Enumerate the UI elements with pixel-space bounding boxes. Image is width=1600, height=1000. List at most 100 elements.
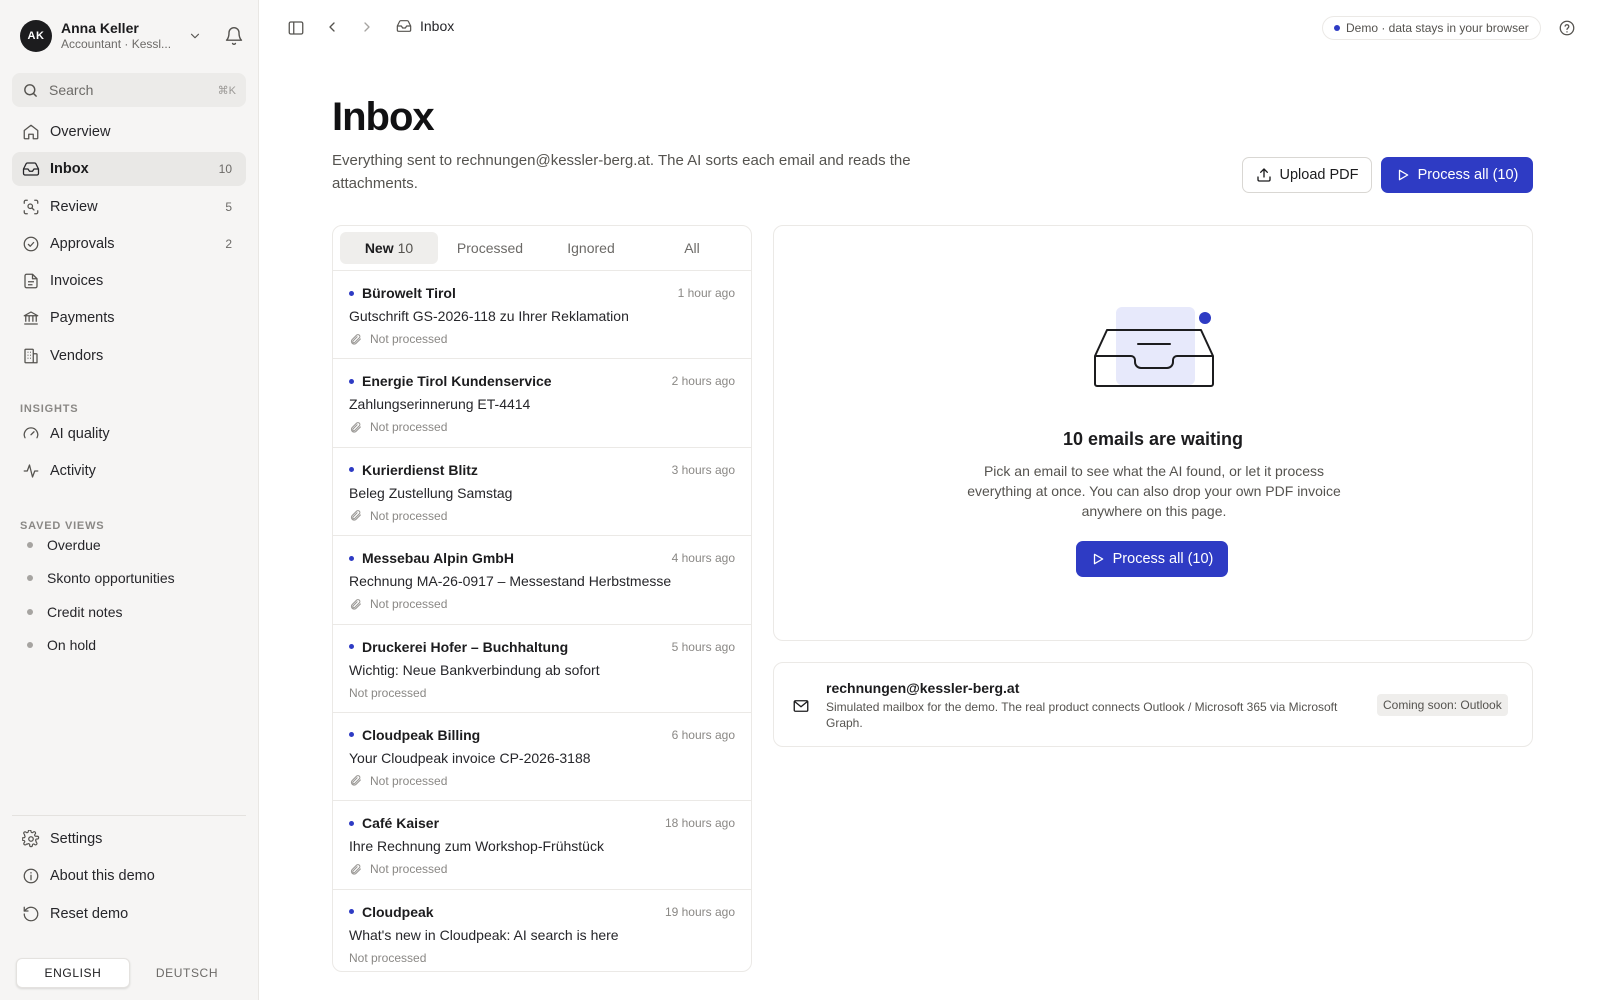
sidebar-item-invoices[interactable]: Invoices: [12, 264, 246, 298]
email-sender: Cloudpeak: [362, 903, 434, 920]
tab-label: Ignored: [567, 240, 615, 256]
sidebar-item-payments[interactable]: Payments: [12, 301, 246, 335]
saved-view-label: Overdue: [47, 536, 101, 553]
paperclip-icon: [349, 509, 370, 522]
email-subject: Your Cloudpeak invoice CP-2026-3188: [349, 749, 591, 766]
language-deutsch[interactable]: DEUTSCH: [130, 958, 244, 988]
sidebar-item-about[interactable]: About this demo: [12, 859, 246, 893]
sidebar-item-label: Vendors: [50, 347, 104, 364]
main-nav: Overview Inbox 10 Review 5 Approvals 2 I…: [12, 115, 246, 376]
email-time: 18 hours ago: [664, 816, 735, 831]
email-status: Not processed: [349, 950, 427, 965]
email-sender: Café Kaiser: [362, 815, 440, 832]
saved-view-skonto[interactable]: Skonto opportunities: [12, 562, 246, 596]
sidebar: AK Anna Keller Accountant · Kessl... Sea…: [0, 0, 259, 1000]
tab-processed[interactable]: Processed: [441, 232, 539, 264]
user-menu[interactable]: AK Anna Keller Accountant · Kessl...: [20, 20, 246, 52]
sidebar-item-reset[interactable]: Reset demo: [12, 897, 246, 931]
email-list: New 10 Processed Ignored All Bürowelt Tir…: [332, 225, 752, 972]
tab-ignored[interactable]: Ignored: [542, 232, 640, 264]
back-icon[interactable]: [324, 19, 340, 35]
paperclip-icon: [349, 774, 370, 787]
paperclip-icon: [349, 333, 370, 346]
saved-view-credit-notes[interactable]: Credit notes: [12, 595, 246, 629]
process-all-label: Process all (10): [1112, 551, 1214, 567]
email-time: 3 hours ago: [671, 462, 735, 477]
email-row[interactable]: Café Kaiser 18 hours ago Ihre Rechnung zu…: [333, 801, 751, 890]
email-subject: Rechnung MA-26-0917 – Messestand Herbstm…: [349, 573, 672, 590]
upload-pdf-button[interactable]: Upload PDF: [1242, 157, 1372, 193]
mail-icon: [791, 697, 811, 715]
help-icon[interactable]: [1558, 19, 1576, 37]
mailbox-address: rechnungen@kessler-berg.at: [826, 680, 1020, 696]
email-row[interactable]: Kurierdienst Blitz 3 hours ago Beleg Zust…: [333, 448, 751, 537]
sidebar-item-review[interactable]: Review 5: [12, 190, 246, 224]
sidebar-item-inbox[interactable]: Inbox 10: [12, 152, 246, 187]
insights-nav: AI quality Activity: [12, 417, 246, 492]
activity-icon: [22, 462, 40, 480]
unread-dot-icon: [349, 644, 354, 650]
insights-heading: INSIGHTS: [20, 403, 79, 415]
breadcrumb-current: Inbox: [420, 18, 455, 34]
email-sender: Bürowelt Tirol: [362, 285, 456, 301]
language-english[interactable]: ENGLISH: [16, 958, 130, 988]
process-all-button[interactable]: Process all (10): [1381, 157, 1533, 193]
tab-new[interactable]: New 10: [340, 232, 438, 264]
process-all-label: Process all (10): [1417, 167, 1519, 183]
status-dot-icon: [1334, 25, 1340, 31]
page-subtitle: Everything sent to rechnungen@kessler-be…: [332, 152, 911, 192]
building-icon: [22, 347, 40, 365]
sidebar-item-label: Review: [50, 198, 98, 215]
sidebar-item-label: Invoices: [50, 273, 104, 290]
email-subject: Beleg Zustellung Samstag: [349, 484, 513, 501]
tab-count: 10: [397, 240, 414, 256]
paperclip-icon: [349, 863, 370, 876]
sidebar-item-overview[interactable]: Overview: [12, 115, 246, 149]
paperclip-icon: [349, 421, 370, 434]
sidebar-item-vendors[interactable]: Vendors: [12, 339, 246, 373]
mailbox-note: Simulated mailbox for the demo. The real…: [826, 700, 1338, 730]
sidebar-item-label: Activity: [50, 463, 96, 480]
sidebar-item-ai-quality[interactable]: AI quality: [12, 417, 246, 451]
email-row[interactable]: Bürowelt Tirol 1 hour ago Gutschrift GS-2…: [333, 271, 751, 360]
email-row[interactable]: Energie Tirol Kundenservice 2 hours ago Z…: [333, 359, 751, 448]
process-all-button-secondary[interactable]: Process all (10): [1076, 541, 1228, 577]
email-status: Not processed: [349, 685, 427, 700]
saved-view-on-hold[interactable]: On hold: [12, 629, 246, 663]
sidebar-item-label: Settings: [50, 831, 103, 847]
search-input[interactable]: Search ⌘K: [12, 73, 246, 107]
bank-icon: [22, 309, 40, 327]
sidebar-item-approvals[interactable]: Approvals 2: [12, 227, 246, 261]
tab-label: Processed: [456, 240, 524, 256]
email-row[interactable]: Cloudpeak 19 hours ago What's new in Clou…: [333, 890, 751, 971]
email-subject: What's new in Cloudpeak: AI search is he…: [349, 926, 619, 943]
saved-view-label: Credit notes: [47, 603, 123, 620]
gear-icon: [22, 830, 40, 848]
sidebar-divider: [12, 815, 246, 816]
email-time: 6 hours ago: [671, 727, 735, 742]
search-icon: [22, 82, 39, 99]
chevron-down-icon[interactable]: [188, 29, 202, 43]
email-row[interactable]: Messebau Alpin GmbH 4 hours ago Rechnung …: [333, 536, 751, 625]
email-row[interactable]: Druckerei Hofer – Buchhaltung 5 hours ago…: [333, 625, 751, 713]
file-icon: [22, 272, 40, 290]
breadcrumb: Inbox: [396, 18, 454, 34]
sidebar-item-activity[interactable]: Activity: [12, 454, 246, 488]
tab-all[interactable]: All: [643, 232, 741, 264]
forward-icon[interactable]: [359, 19, 375, 35]
email-time: 2 hours ago: [671, 374, 735, 389]
scan-icon: [22, 198, 40, 216]
email-time: 4 hours ago: [671, 551, 735, 566]
bell-icon[interactable]: [224, 26, 244, 46]
sidebar-item-settings[interactable]: Settings: [12, 822, 246, 856]
saved-view-overdue[interactable]: Overdue: [12, 528, 246, 562]
email-sender: Energie Tirol Kundenservice: [362, 373, 552, 390]
email-status: Not processed: [370, 420, 448, 435]
sidebar-toggle-icon[interactable]: [287, 19, 305, 37]
unread-dot-icon: [349, 820, 354, 826]
email-subject: Ihre Rechnung zum Workshop-Frühstück: [349, 838, 604, 855]
home-icon: [22, 123, 40, 141]
email-row[interactable]: Cloudpeak Billing 6 hours ago Your Cloudp…: [333, 713, 751, 802]
language-switcher: ENGLISH DEUTSCH: [16, 958, 246, 990]
email-sender: Druckerei Hofer – Buchhaltung: [362, 638, 569, 655]
